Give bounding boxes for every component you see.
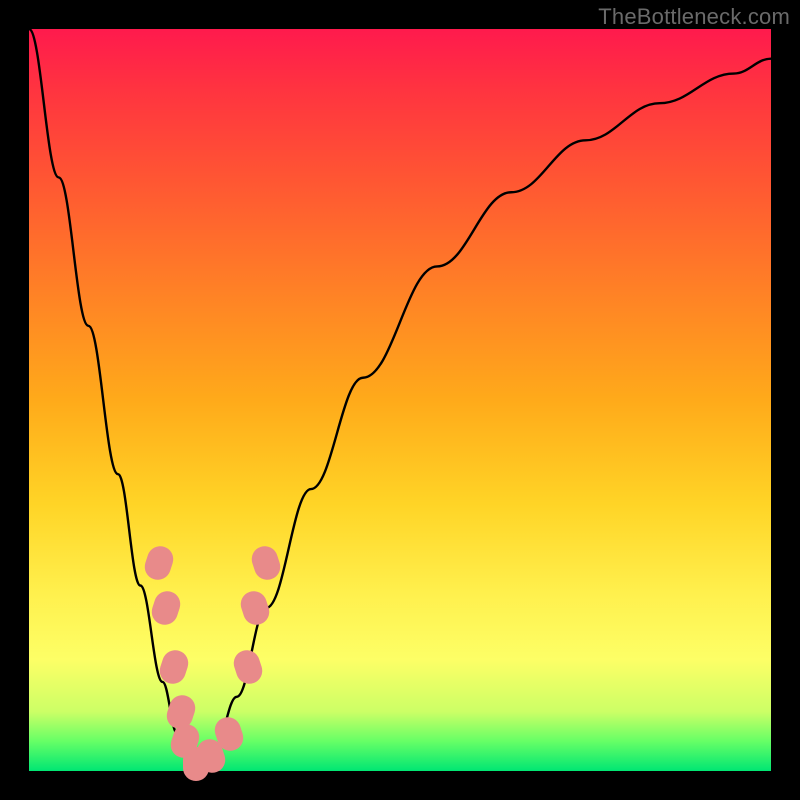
- curve-marker: [249, 543, 284, 583]
- curve-marker: [156, 647, 191, 687]
- curve-marker: [141, 543, 176, 583]
- curve-marker: [238, 588, 273, 628]
- curve-marker: [149, 588, 184, 628]
- chart-markers: [29, 29, 771, 771]
- watermark-text: TheBottleneck.com: [598, 4, 790, 30]
- curve-marker: [230, 647, 265, 687]
